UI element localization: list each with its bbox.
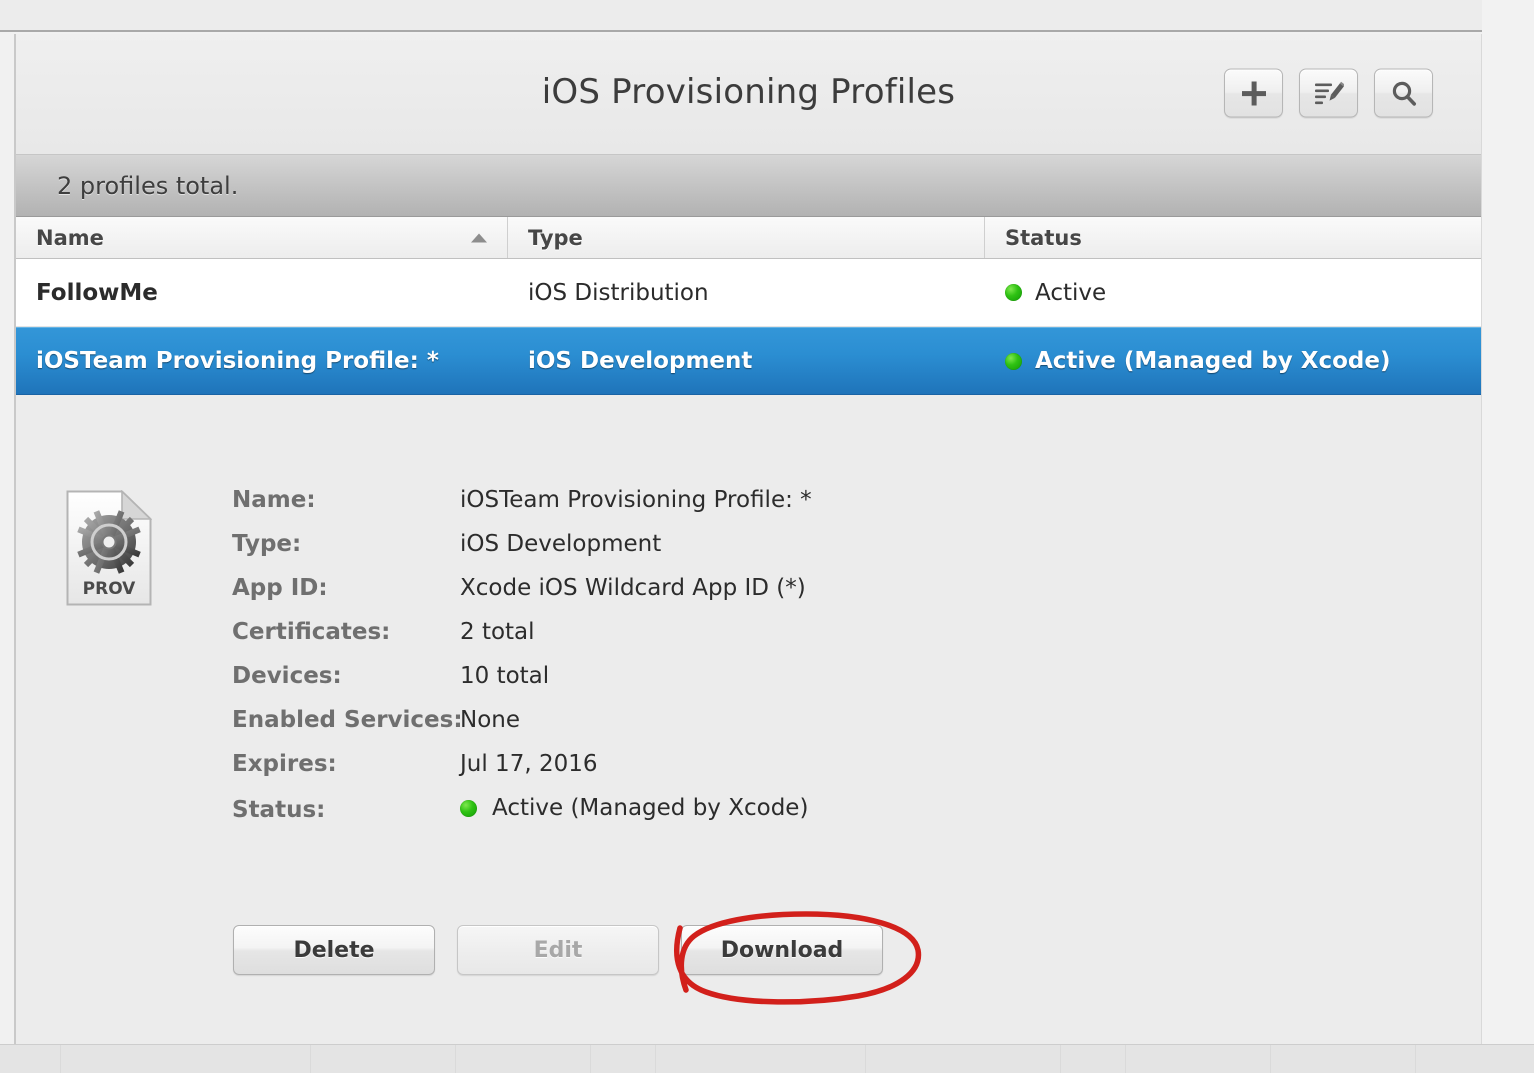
- table-row[interactable]: iOSTeam Provisioning Profile: * iOS Deve…: [16, 327, 1481, 395]
- cell-type: iOS Distribution: [528, 279, 709, 306]
- field-value: 10 total: [460, 663, 550, 689]
- field-value: iOS Development: [460, 531, 662, 557]
- delete-button[interactable]: Delete: [233, 925, 435, 975]
- field-label: Expires:: [232, 751, 337, 777]
- plus-icon: [1240, 79, 1268, 107]
- field-value: Xcode iOS Wildcard App ID (*): [460, 575, 806, 601]
- cell-status-label: Active (Managed by Xcode): [1035, 348, 1391, 374]
- field-label: Status:: [232, 796, 326, 823]
- column-header-status[interactable]: Status: [985, 217, 1481, 258]
- table-row[interactable]: FollowMe iOS Distribution Active: [16, 259, 1481, 327]
- edit-pencil-icon: [1314, 80, 1344, 106]
- field-expires: Expires: Jul 17, 2016: [232, 751, 812, 795]
- provisioning-profile-file-icon: PROV: [66, 489, 153, 606]
- edit-button: Edit: [457, 925, 659, 975]
- field-label: Certificates:: [232, 619, 391, 645]
- status-dot-icon: [1005, 284, 1022, 301]
- cell-status: Active (Managed by Xcode): [985, 348, 1481, 374]
- add-button[interactable]: [1224, 68, 1283, 118]
- search-icon: [1390, 79, 1418, 107]
- field-name: Name: iOSTeam Provisioning Profile: *: [232, 487, 812, 531]
- field-value: 2 total: [460, 619, 535, 645]
- cell-status-label: Active: [1035, 279, 1107, 306]
- field-label: Enabled Services:: [232, 707, 463, 733]
- cell-type: iOS Development: [528, 348, 753, 374]
- field-enabled-services: Enabled Services: None: [232, 707, 812, 751]
- field-type: Type: iOS Development: [232, 531, 812, 575]
- field-label: App ID:: [232, 575, 328, 601]
- column-header-name-label: Name: [36, 225, 104, 250]
- field-certificates: Certificates: 2 total: [232, 619, 812, 663]
- window-header: iOS Provisioning Profiles: [16, 34, 1481, 155]
- search-button[interactable]: [1374, 68, 1433, 118]
- download-button-label: Download: [720, 937, 844, 963]
- delete-button-label: Delete: [293, 937, 375, 963]
- column-header-type[interactable]: Type: [508, 217, 985, 258]
- cell-status: Active: [985, 280, 1481, 306]
- download-button[interactable]: Download: [681, 925, 883, 975]
- profile-fields-list: Name: iOSTeam Provisioning Profile: * Ty…: [232, 487, 812, 839]
- field-value-wrapper: Active (Managed by Xcode): [460, 795, 808, 821]
- edit-button-label: Edit: [533, 937, 583, 963]
- right-gutter: [1482, 0, 1534, 1044]
- status-dot-icon: [1005, 352, 1022, 370]
- window-top-strip: [0, 0, 1482, 32]
- screenshot-root: iOS Provisioning Profiles 2 profiles tot…: [0, 0, 1534, 1073]
- field-value: None: [460, 707, 521, 733]
- field-value: iOSTeam Provisioning Profile: *: [460, 487, 812, 513]
- sort-ascending-icon: [471, 233, 487, 242]
- field-app-id: App ID: Xcode iOS Wildcard App ID (*): [232, 575, 812, 619]
- field-devices: Devices: 10 total: [232, 663, 812, 707]
- column-header-status-label: Status: [1005, 225, 1082, 250]
- table-header-row: Name Type Status: [16, 217, 1481, 259]
- column-header-name[interactable]: Name: [16, 217, 508, 258]
- field-label: Type:: [232, 531, 302, 557]
- summary-bar: 2 profiles total.: [16, 155, 1481, 217]
- field-label: Name:: [232, 487, 316, 513]
- detail-action-bar: Delete Edit Download: [233, 925, 883, 975]
- field-value: Jul 17, 2016: [460, 751, 598, 777]
- field-label: Devices:: [232, 663, 342, 689]
- prov-icon-label: PROV: [83, 579, 137, 599]
- field-value: Active (Managed by Xcode): [492, 795, 809, 821]
- column-header-type-label: Type: [528, 225, 583, 250]
- header-toolbar: [1224, 68, 1433, 118]
- bottom-bar: [0, 1044, 1534, 1073]
- edit-list-button[interactable]: [1299, 68, 1358, 118]
- status-dot-icon: [460, 799, 477, 817]
- profiles-total-label: 2 profiles total.: [57, 171, 239, 200]
- cell-name: iOSTeam Provisioning Profile: *: [36, 348, 439, 374]
- field-status: Status: Active (Managed by Xcode): [232, 795, 812, 839]
- cell-name: FollowMe: [36, 279, 158, 306]
